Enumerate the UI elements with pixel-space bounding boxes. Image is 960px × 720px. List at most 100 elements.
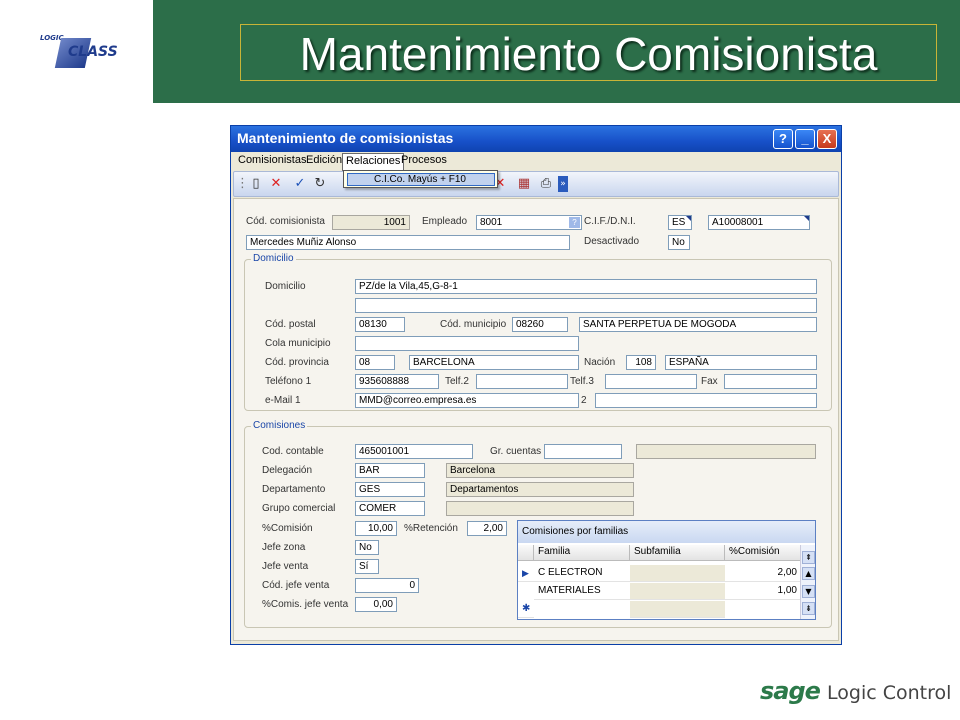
empleado-field[interactable]: 8001 ?	[476, 215, 582, 230]
gr-cuentas-label: Gr. cuentas	[490, 446, 542, 457]
jefe-zona-field[interactable]: No	[355, 540, 379, 555]
help-button[interactable]: ?	[773, 129, 793, 149]
new-icon[interactable]: ▯	[248, 176, 264, 192]
current-row-icon: ▶	[518, 565, 534, 582]
grid-header-familia[interactable]: Familia	[534, 545, 630, 561]
grupo-comercial-field[interactable]: COMER	[355, 501, 425, 516]
gr-cuentas-field[interactable]	[544, 444, 622, 459]
toolbar-grip-icon: ⋮	[236, 176, 249, 191]
fax-label: Fax	[701, 376, 718, 387]
cif-number-field[interactable]: A10008001	[708, 215, 810, 230]
telf2-field[interactable]	[476, 374, 568, 389]
email2-field[interactable]	[595, 393, 817, 408]
jefe-venta-label: Jefe venta	[262, 561, 309, 572]
retencion-field[interactable]: 2,00	[467, 521, 507, 536]
close-button[interactable]: X	[817, 129, 837, 149]
telf3-label: Telf.3	[570, 376, 594, 387]
departamento-field[interactable]: GES	[355, 482, 425, 497]
grid-cell-subfamilia[interactable]	[630, 565, 725, 582]
cod-postal-field[interactable]: 08130	[355, 317, 405, 332]
minimize-button[interactable]: _	[795, 129, 815, 149]
menu-bar: Comisionistas Edición Relaciones Proceso…	[231, 152, 841, 171]
delegacion-desc-field: Barcelona	[446, 463, 634, 478]
menu-comisionistas[interactable]: Comisionistas	[235, 153, 309, 167]
domicilio-field[interactable]: PZ/de la Vila,45,G-8-1	[355, 279, 817, 294]
grupo-comercial-label: Grupo comercial	[262, 503, 336, 514]
grid-cell-comision[interactable]: 1,00	[725, 583, 801, 600]
cod-contable-field[interactable]: 465001001	[355, 444, 473, 459]
comision-field[interactable]: 10,00	[355, 521, 397, 536]
jefe-zona-label: Jefe zona	[262, 542, 306, 553]
departamento-desc-field: Departamentos	[446, 482, 634, 497]
print-icon[interactable]: ⎙	[538, 176, 554, 192]
window-titlebar[interactable]: Mantenimiento de comisionistas ? _ X	[231, 126, 841, 152]
cod-jefe-venta-field[interactable]: 0	[355, 578, 419, 593]
toolbar-more-icon[interactable]: »	[558, 176, 568, 192]
nacion-code-field[interactable]: 108	[626, 355, 656, 370]
scroll-down-icon[interactable]: ▼	[802, 585, 815, 598]
retencion-label: %Retención	[404, 523, 458, 534]
departamento-label: Departamento	[262, 484, 326, 495]
title-box: Mantenimiento Comisionista	[240, 24, 937, 81]
nacion-label: Nación	[584, 357, 616, 368]
dropdown-item-cico[interactable]: C.I.Co. Mayús + F10	[347, 173, 495, 186]
grid-header-comision[interactable]: %Comisión	[725, 545, 801, 561]
cif-country-value: ES	[672, 217, 686, 228]
comis-jefe-venta-field[interactable]: 0,00	[355, 597, 397, 612]
toolbar: ⋮ ▯ ✕ ✓ ↻ ✕ ▦ ⎙ »	[233, 171, 839, 197]
comisiones-section-title: Comisiones	[251, 420, 308, 431]
domicilio2-field[interactable]	[355, 298, 817, 313]
delete-icon[interactable]: ✕	[268, 176, 284, 192]
grid-cell-subfamilia[interactable]	[630, 583, 725, 600]
jefe-venta-field[interactable]: Sí	[355, 559, 379, 574]
desactivado-label: Desactivado	[584, 236, 640, 247]
grid-scrollbar[interactable]: ⇞ ▲ ▼ ⇟	[800, 545, 815, 619]
nombre-field[interactable]: Mercedes Muñiz Alonso	[246, 235, 570, 250]
scroll-bottom-icon[interactable]: ⇟	[802, 602, 815, 615]
desactivado-field[interactable]: No	[668, 235, 690, 250]
scroll-up-icon[interactable]: ▲	[802, 567, 815, 580]
slide-title: Mantenimiento Comisionista	[299, 28, 878, 80]
refresh-icon[interactable]: ↻	[312, 176, 328, 192]
cola-municipio-field[interactable]	[355, 336, 579, 351]
relaciones-dropdown: C.I.Co. Mayús + F10	[343, 170, 498, 188]
corner-marker-icon	[686, 216, 691, 221]
window-title: Mantenimiento de comisionistas	[237, 130, 454, 146]
menu-relaciones[interactable]: Relaciones	[342, 153, 405, 171]
grid-cell-familia[interactable]: C ELECTRON	[534, 565, 630, 582]
comis-jefe-venta-label: %Comis. jefe venta	[262, 599, 349, 610]
app-window: Mantenimiento de comisionistas ? _ X Com…	[230, 125, 842, 645]
telefono1-field[interactable]: 935608888	[355, 374, 439, 389]
delegacion-field[interactable]: BAR	[355, 463, 425, 478]
grid-header-subfamilia[interactable]: Subfamilia	[630, 545, 725, 561]
cod-provincia-field[interactable]: 08	[355, 355, 395, 370]
cif-label: C.I.F./D.N.I.	[584, 216, 636, 227]
logo-big-text: CLASS	[68, 44, 118, 60]
cod-comisionista-field[interactable]: 1001	[332, 215, 410, 230]
telf3-field[interactable]	[605, 374, 697, 389]
cif-country-field[interactable]: ES	[668, 215, 692, 230]
cod-provincia-label: Cód. provincia	[265, 357, 329, 368]
grid-cell-familia[interactable]: MATERIALES	[534, 583, 630, 600]
grid-cell-comision[interactable]: 2,00	[725, 565, 801, 582]
menu-procesos[interactable]: Procesos	[398, 153, 450, 167]
cola-municipio-label: Cola municipio	[265, 338, 331, 349]
email1-field[interactable]: MMD@correo.empresa.es	[355, 393, 579, 408]
municipio-field[interactable]: SANTA PERPETUA DE MOGODA	[579, 317, 817, 332]
cod-municipio-label: Cód. municipio	[440, 319, 507, 330]
scroll-top-icon[interactable]: ⇞	[802, 551, 815, 564]
nacion-field[interactable]: ESPAÑA	[665, 355, 817, 370]
cod-municipio-field[interactable]: 08260	[512, 317, 568, 332]
sage-logo: sage Logic Control	[760, 677, 951, 705]
lookup-icon[interactable]: ?	[569, 217, 580, 228]
provincia-field[interactable]: BARCELONA	[409, 355, 579, 370]
calendar-icon[interactable]: ▦	[516, 176, 532, 192]
fax-field[interactable]	[724, 374, 817, 389]
telf2-label: Telf.2	[445, 376, 469, 387]
grid-new-row-cell[interactable]	[630, 601, 725, 618]
comisiones-familias-grid: Comisiones por familias Familia Subfamil…	[517, 520, 816, 620]
menu-edicion[interactable]: Edición	[303, 153, 345, 167]
form-area: Cód. comisionista 1001 Empleado 8001 ? C…	[233, 198, 839, 641]
accept-icon[interactable]: ✓	[292, 176, 308, 192]
cod-postal-label: Cód. postal	[265, 319, 316, 330]
